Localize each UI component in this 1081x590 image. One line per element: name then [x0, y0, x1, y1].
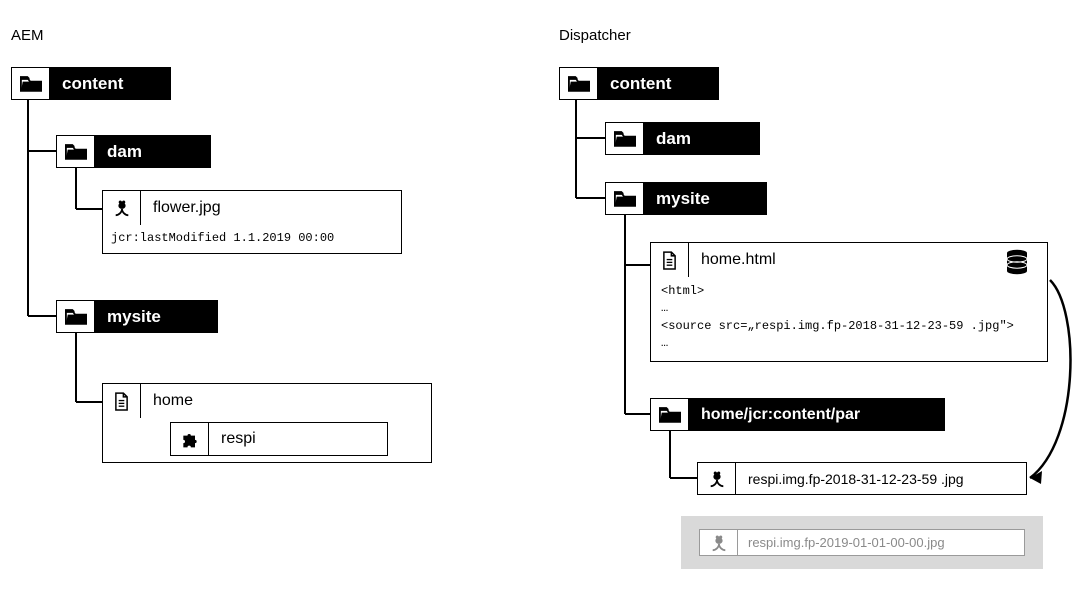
disp-mysite-folder: mysite: [605, 182, 767, 215]
flower-icon: [103, 191, 141, 225]
disp-mysite-label: mysite: [644, 183, 766, 214]
aem-dam-label: dam: [95, 136, 210, 167]
aem-mysite-folder: mysite: [56, 300, 218, 333]
flower-icon: [698, 463, 736, 494]
disp-par-folder: home/jcr:content/par: [650, 398, 945, 431]
folder-open-icon: [651, 399, 689, 430]
aem-flower-box: flower.jpg jcr:lastModified 1.1.2019 00:…: [102, 190, 402, 254]
folder-open-icon: [57, 301, 95, 332]
aem-respi-label: respi: [209, 423, 387, 455]
folder-open-icon: [606, 123, 644, 154]
disp-dam-folder: dam: [605, 122, 760, 155]
aem-dam-folder: dam: [56, 135, 211, 168]
disp-respi-label: respi.img.fp-2018-31-12-23-59 .jpg: [736, 463, 1026, 494]
aem-content-folder: content: [11, 67, 171, 100]
folder-open-icon: [12, 68, 50, 99]
disp-content-label: content: [598, 68, 718, 99]
aem-mysite-label: mysite: [95, 301, 217, 332]
disp-respi-file: respi.img.fp-2018-31-12-23-59 .jpg: [697, 462, 1027, 495]
disp-title: Dispatcher: [559, 27, 631, 44]
disp-ghost-file: respi.img.fp-2019-01-01-00-00.jpg: [699, 529, 1025, 556]
disp-par-label: home/jcr:content/par: [689, 399, 944, 430]
aem-content-label: content: [50, 68, 170, 99]
disp-ghost-wrap: respi.img.fp-2019-01-01-00-00.jpg: [681, 516, 1043, 569]
disp-dam-label: dam: [644, 123, 759, 154]
aem-flower-filename: flower.jpg: [141, 191, 233, 225]
disp-home-html-code: <html> … <source src=„respi.img.fp-2018-…: [651, 277, 1047, 361]
aem-title: AEM: [11, 27, 44, 44]
page-icon: [651, 243, 689, 277]
disp-ghost-label: respi.img.fp-2019-01-01-00-00.jpg: [738, 530, 1024, 555]
folder-open-icon: [57, 136, 95, 167]
aem-respi-node: respi: [170, 422, 388, 456]
folder-open-icon: [560, 68, 598, 99]
disp-content-folder: content: [559, 67, 719, 100]
puzzle-icon: [171, 423, 209, 455]
page-icon: [103, 384, 141, 418]
folder-open-icon: [606, 183, 644, 214]
database-icon: [1005, 249, 1029, 280]
disp-home-html-box: home.html <html> … <source src=„respi.im…: [650, 242, 1048, 362]
aem-flower-meta: jcr:lastModified 1.1.2019 00:00: [103, 225, 401, 253]
aem-home-box: home respi: [102, 383, 432, 463]
disp-home-html-label: home.html: [689, 243, 1047, 277]
flower-icon: [700, 530, 738, 555]
aem-home-label: home: [141, 384, 205, 418]
